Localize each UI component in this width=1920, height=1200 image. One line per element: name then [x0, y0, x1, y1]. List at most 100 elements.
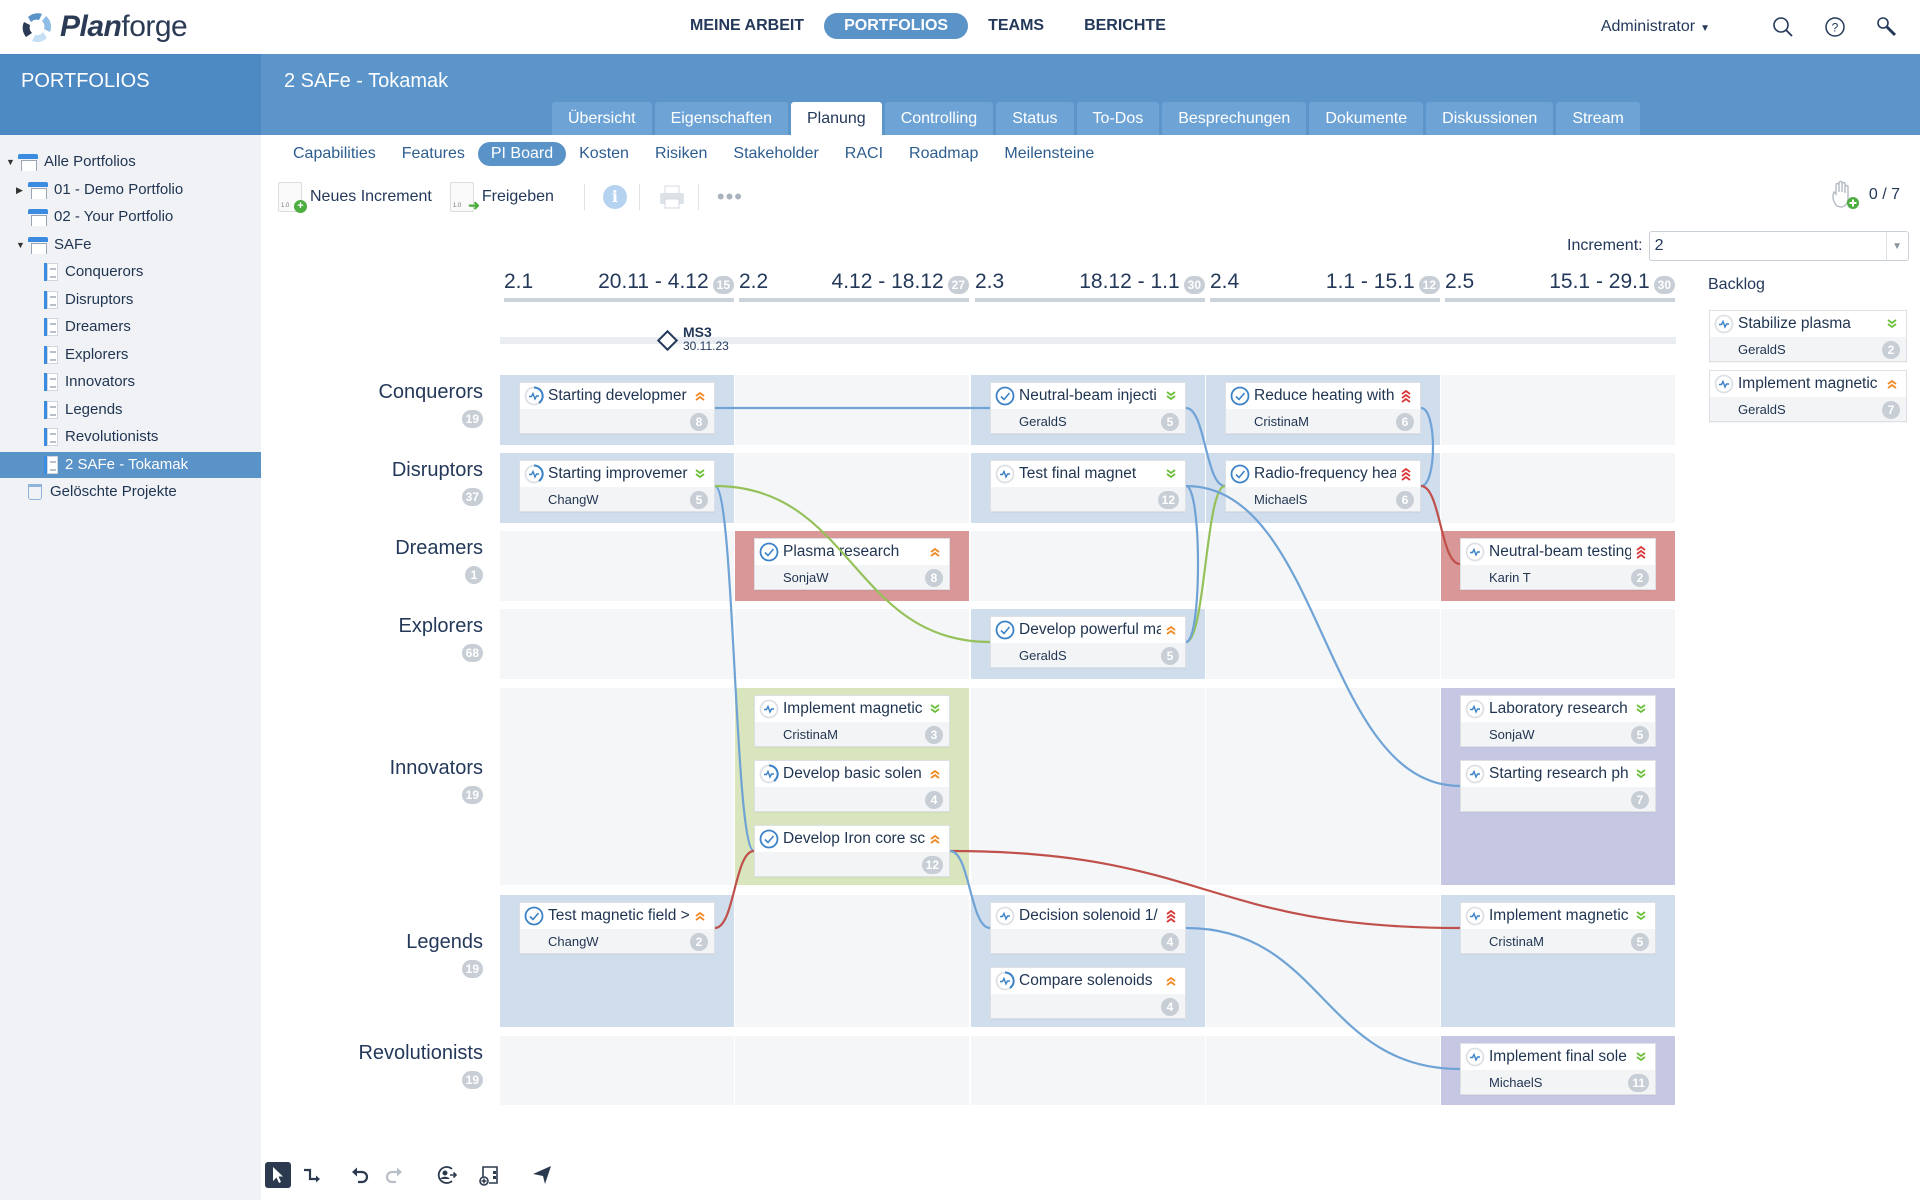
iteration-header-2-2[interactable]: 2.2 4.12 - 18.12 27 [739, 270, 969, 302]
undo-icon[interactable] [347, 1162, 373, 1188]
feature-card[interactable]: Implement magnetic CristinaM 5 [1460, 902, 1656, 954]
add-column-icon[interactable] [477, 1162, 503, 1188]
tree-item-explorers[interactable]: Explorers [40, 342, 128, 368]
tree-item-safe[interactable]: ▼ SAFe [16, 232, 92, 258]
feature-card[interactable]: Develop basic solen 4 [754, 760, 950, 812]
feature-card[interactable]: Decision solenoid 1/4 [990, 902, 1186, 954]
reassign-user-icon[interactable] [433, 1162, 459, 1188]
tree-item-disruptors[interactable]: Disruptors [40, 287, 133, 313]
feature-card[interactable]: Plasma research SonjaW 8 [754, 538, 950, 590]
board-cell[interactable] [1206, 895, 1440, 1027]
board-cell[interactable] [971, 1036, 1205, 1105]
board-cell[interactable] [1441, 375, 1675, 445]
tree-item-2-safe-tokamak[interactable]: 2 SAFe - Tokamak [0, 451, 261, 478]
board-cell[interactable] [500, 531, 734, 601]
tab-to-dos[interactable]: To-Dos [1076, 102, 1160, 135]
pointer-tool-icon[interactable] [265, 1162, 291, 1188]
more-options-icon[interactable]: ••• [717, 186, 743, 208]
send-icon[interactable] [529, 1162, 555, 1188]
subtab-raci[interactable]: RACI [832, 142, 896, 166]
feature-card[interactable]: Implement magnetic CristinaM 3 [754, 695, 950, 747]
tab-stream[interactable]: Stream [1556, 102, 1640, 135]
tab-dokumente[interactable]: Dokumente [1309, 102, 1424, 135]
subtab-stakeholder[interactable]: Stakeholder [720, 142, 831, 166]
info-icon[interactable]: i [602, 185, 627, 209]
expanded-arrow-icon[interactable]: ▼ [16, 232, 28, 258]
feature-card[interactable]: Test magnetic field > ChangW 2 [519, 902, 715, 954]
iteration-header-2-4[interactable]: 2.4 1.1 - 15.1 12 [1210, 270, 1440, 302]
tree-item-conquerors[interactable]: Conquerors [40, 259, 143, 285]
board-cell[interactable] [1441, 609, 1675, 679]
tree-item-01-demo-portfolio[interactable]: ▶ 01 - Demo Portfolio [16, 177, 183, 203]
board-cell[interactable] [735, 895, 969, 1027]
iteration-header-2-5[interactable]: 2.5 15.1 - 29.1 30 [1445, 270, 1675, 302]
subtab-kosten[interactable]: Kosten [566, 142, 642, 166]
nav-berichte[interactable]: BERICHTE [1064, 13, 1186, 39]
hand-raise-icon[interactable] [1829, 180, 1861, 210]
user-menu[interactable]: Administrator ▼ [1601, 18, 1710, 36]
feature-card[interactable]: Compare solenoids 4 [990, 967, 1186, 1019]
board-cell[interactable] [735, 453, 969, 523]
tree-item-legends[interactable]: Legends [40, 397, 123, 423]
feature-card[interactable]: Reduce heating with CristinaM 6 [1225, 382, 1421, 434]
redo-icon[interactable] [381, 1162, 407, 1188]
board-cell[interactable] [1206, 1036, 1440, 1105]
tab-eigenschaften[interactable]: Eigenschaften [654, 102, 788, 135]
collapsed-arrow-icon[interactable]: ▶ [16, 177, 28, 203]
feature-card[interactable]: Develop Iron core sc 12 [754, 825, 950, 877]
feature-card[interactable]: Starting developmer 8 [519, 382, 715, 434]
logo[interactable]: Planforge [20, 10, 188, 44]
milestone-ms3[interactable]: MS3 30.11.23 [656, 325, 729, 353]
tab-diskussionen[interactable]: Diskussionen [1426, 102, 1554, 135]
board-cell[interactable] [735, 1036, 969, 1105]
board-cell[interactable] [971, 531, 1205, 601]
search-icon[interactable] [1770, 14, 1796, 40]
nav-teams[interactable]: TEAMS [968, 13, 1064, 39]
expanded-arrow-icon[interactable]: ▼ [6, 149, 18, 175]
feature-card[interactable]: Radio-frequency hea MichaelS 6 [1225, 460, 1421, 512]
tab-controlling[interactable]: Controlling [884, 102, 994, 135]
tab-bersicht[interactable]: Übersicht [552, 102, 652, 135]
iteration-header-2-1[interactable]: 2.1 20.11 - 4.12 15 [504, 270, 734, 302]
tree-item-dreamers[interactable]: Dreamers [40, 314, 131, 340]
board-cell[interactable] [1206, 531, 1440, 601]
board-cell[interactable] [500, 688, 734, 885]
tree-item-gel-schte-projekte[interactable]: Gelöschte Projekte [16, 479, 177, 505]
tree-item-revolutionists[interactable]: Revolutionists [40, 424, 158, 450]
nav-meine-arbeit[interactable]: MEINE ARBEIT [670, 13, 824, 39]
connector-tool-icon[interactable] [299, 1162, 325, 1188]
nav-portfolios[interactable]: PORTFOLIOS [824, 13, 969, 39]
tree-item-02-your-portfolio[interactable]: 02 - Your Portfolio [16, 204, 173, 230]
board-cell[interactable] [1206, 609, 1440, 679]
board-cell[interactable] [500, 1036, 734, 1105]
subtab-meilensteine[interactable]: Meilensteine [991, 142, 1107, 166]
increment-select[interactable]: 2 ▼ [1648, 231, 1909, 261]
board-cell[interactable] [735, 375, 969, 445]
subtab-risiken[interactable]: Risiken [642, 142, 720, 166]
board-cell[interactable] [1206, 688, 1440, 885]
feature-card[interactable]: Laboratory research SonjaW 5 [1460, 695, 1656, 747]
admin-tools-icon[interactable] [1874, 14, 1900, 40]
feature-card[interactable]: Implement final sole MichaelS 11 [1460, 1043, 1656, 1095]
subtab-features[interactable]: Features [389, 142, 478, 166]
backlog-card[interactable]: Stabilize plasma GeraldS 2 [1709, 310, 1907, 362]
board-cell[interactable] [500, 609, 734, 679]
feature-card[interactable]: Test final magnet 12 [990, 460, 1186, 512]
tree-item-innovators[interactable]: Innovators [40, 369, 135, 395]
tab-status[interactable]: Status [996, 102, 1074, 135]
tab-planung[interactable]: Planung [790, 102, 882, 135]
iteration-header-2-3[interactable]: 2.3 18.12 - 1.1 30 [975, 270, 1205, 302]
board-cell[interactable] [971, 688, 1205, 885]
subtab-roadmap[interactable]: Roadmap [896, 142, 991, 166]
subtab-capabilities[interactable]: Capabilities [280, 142, 389, 166]
subtab-pi-board[interactable]: PI Board [477, 142, 567, 166]
feature-card[interactable]: Starting improvemer ChangW 5 [519, 460, 715, 512]
feature-card[interactable]: Neutral-beam testing Karin T 2 [1460, 538, 1656, 590]
tab-besprechungen[interactable]: Besprechungen [1162, 102, 1307, 135]
print-icon[interactable] [658, 184, 686, 210]
board-cell[interactable] [735, 609, 969, 679]
tree-item-alle-portfolios[interactable]: ▼ Alle Portfolios [6, 149, 136, 175]
feature-card[interactable]: Neutral-beam injecti GeraldS 5 [990, 382, 1186, 434]
feature-card[interactable]: Develop powerful ma GeraldS 5 [990, 616, 1186, 668]
board-cell[interactable] [1441, 453, 1675, 523]
